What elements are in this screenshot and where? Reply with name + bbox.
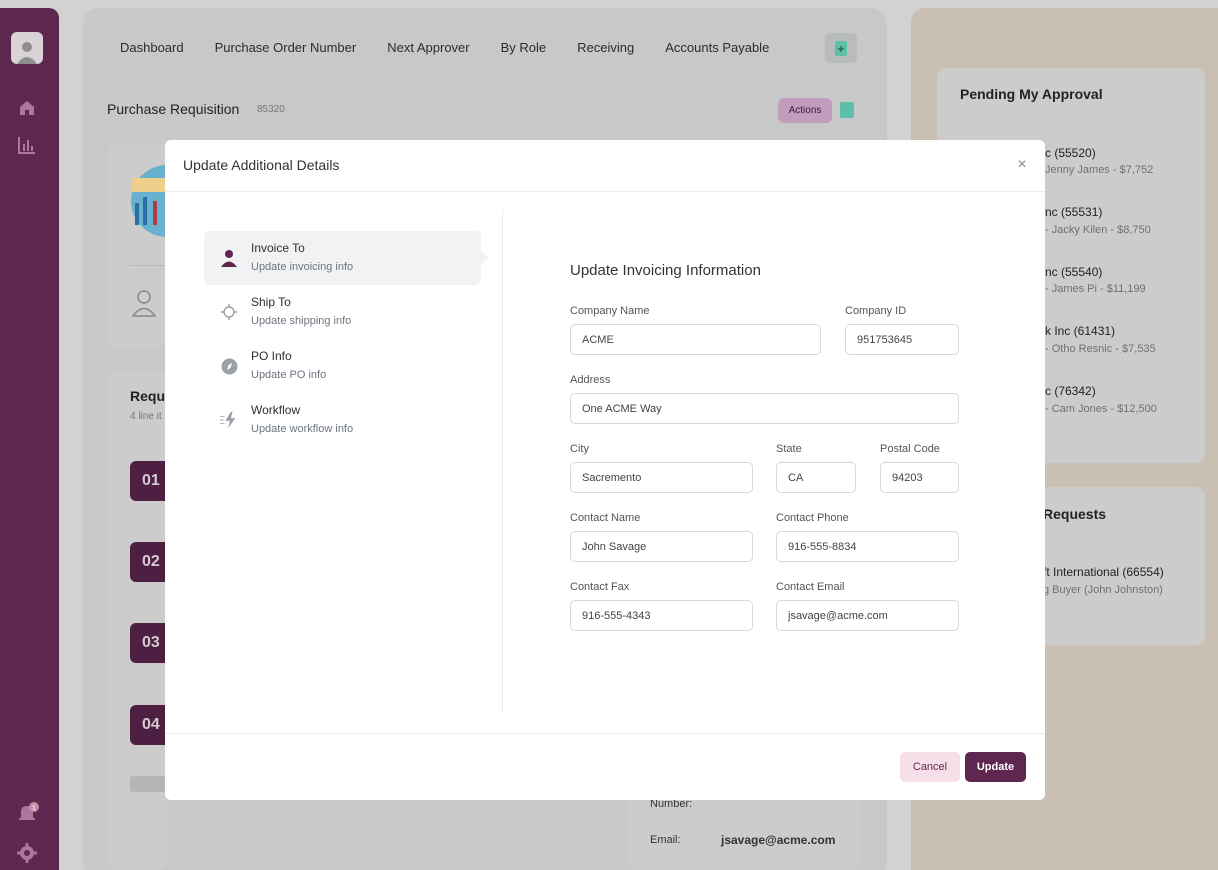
company-name-label: Company Name [570,305,650,317]
pending-item-name[interactable]: c (76342) [1045,384,1096,398]
pending-item-detail: Jenny James - $7,752 [1045,164,1154,176]
company-id-field[interactable] [845,324,959,355]
update-button[interactable]: Update [965,752,1026,782]
step-po-info[interactable]: PO Info Update PO info [204,339,481,393]
crosshair-icon [220,303,238,321]
request-item-detail: g Buyer (John Johnston) [1043,584,1163,596]
state-field[interactable] [776,462,856,493]
request-item-name[interactable]: ft International (66554) [1043,565,1164,579]
step-title: Ship To [251,295,291,309]
step-subtitle: Update workflow info [251,423,354,435]
divider [129,265,167,266]
user-avatar[interactable] [11,32,43,64]
nav-by-role[interactable]: By Role [501,40,547,55]
contact-email-field[interactable] [776,600,959,631]
step-subtitle: Update shipping info [251,315,352,327]
requisition-number: 85320 [257,104,285,115]
line-item-01[interactable]: 01 [130,461,166,501]
vertical-divider [502,210,503,713]
horizontal-scrollbar[interactable] [130,776,166,792]
pending-item-detail: - Otho Resnic - $7,535 [1045,343,1156,355]
contact-phone-label: Contact Phone [776,512,849,524]
pending-item-detail: - Cam Jones - $12,500 [1045,403,1157,415]
compass-icon [220,357,238,375]
modal-header: Update Additional Details × [165,140,1045,192]
step-title: Invoice To [251,241,305,255]
address-label: Address [570,374,611,386]
steps-list: Invoice To Update invoicing info Ship To… [204,231,489,447]
pending-item-name[interactable]: nc (55531) [1045,205,1102,219]
nav-purchase-order-number[interactable]: Purchase Order Number [215,40,357,55]
chart-icon[interactable] [17,135,37,155]
user-icon [131,290,157,317]
new-document-icon[interactable] [825,33,857,63]
close-icon[interactable]: × [1014,157,1030,173]
address-field[interactable] [570,393,959,424]
state-label: State [776,443,802,455]
postal-code-field[interactable] [880,462,959,493]
contact-fax-field[interactable] [570,600,753,631]
contact-fax-label: Contact Fax [570,581,630,593]
person-icon [220,249,238,267]
home-icon[interactable] [17,98,37,118]
requests-section-subtitle: 4 line it [130,411,162,422]
company-name-field[interactable] [570,324,821,355]
step-subtitle: Update invoicing info [251,261,354,273]
step-workflow[interactable]: Workflow Update workflow info [204,393,481,447]
postal-code-label: Postal Code [880,443,940,455]
step-title: Workflow [251,403,301,417]
city-label: City [570,443,589,455]
gear-icon[interactable] [17,843,37,863]
page-title: Purchase Requisition [107,101,240,117]
contact-name-label: Contact Name [570,512,641,524]
pending-item-name[interactable]: k Inc (61431) [1045,324,1115,338]
email-label: Email: [650,834,681,846]
pending-item-name[interactable]: nc (55540) [1045,265,1102,279]
report-illustration-icon [131,165,167,237]
modal-title: Update Additional Details [183,157,340,173]
cancel-button[interactable]: Cancel [900,752,960,782]
bell-icon[interactable]: 1 [17,802,39,822]
pending-item-detail: - Jacky Kilen - $8,750 [1045,224,1151,236]
summary-card [107,143,167,348]
top-navigation: Dashboard Purchase Order Number Next App… [120,40,769,55]
nav-next-approver[interactable]: Next Approver [387,40,469,55]
step-invoice-to[interactable]: Invoice To Update invoicing info [204,231,489,285]
line-item-02[interactable]: 02 [130,542,166,582]
update-details-modal: Update Additional Details × Invoice To U… [165,140,1045,800]
contact-name-field[interactable] [570,531,753,562]
contact-email-label: Contact Email [776,581,845,593]
company-id-label: Company ID [845,305,907,317]
city-field[interactable] [570,462,753,493]
sidebar: 1 [0,8,59,870]
pending-item-name[interactable]: c (55520) [1045,146,1096,160]
actions-button[interactable]: Actions [778,98,832,123]
nav-receiving[interactable]: Receiving [577,40,634,55]
requests-card-title: Requests [1043,506,1107,522]
modal-footer-divider [165,733,1045,734]
line-item-04[interactable]: 04 [130,705,166,745]
step-title: PO Info [251,349,292,363]
nav-accounts-payable[interactable]: Accounts Payable [665,40,769,55]
nav-dashboard[interactable]: Dashboard [120,40,184,55]
step-ship-to[interactable]: Ship To Update shipping info [204,285,481,339]
lightning-icon [220,411,238,429]
pending-item-detail: - James Pi - $11,199 [1045,283,1146,295]
contact-phone-field[interactable] [776,531,959,562]
email-value: jsavage@acme.com [721,833,836,847]
requests-section-title: Requ [130,388,165,404]
form-title: Update Invoicing Information [570,262,761,279]
pending-approval-title: Pending My Approval [960,86,1103,102]
notification-count: 1 [32,805,36,812]
line-item-03[interactable]: 03 [130,623,166,663]
step-subtitle: Update PO info [251,369,327,381]
add-document-icon[interactable] [840,102,854,118]
line-items-card [107,370,167,870]
